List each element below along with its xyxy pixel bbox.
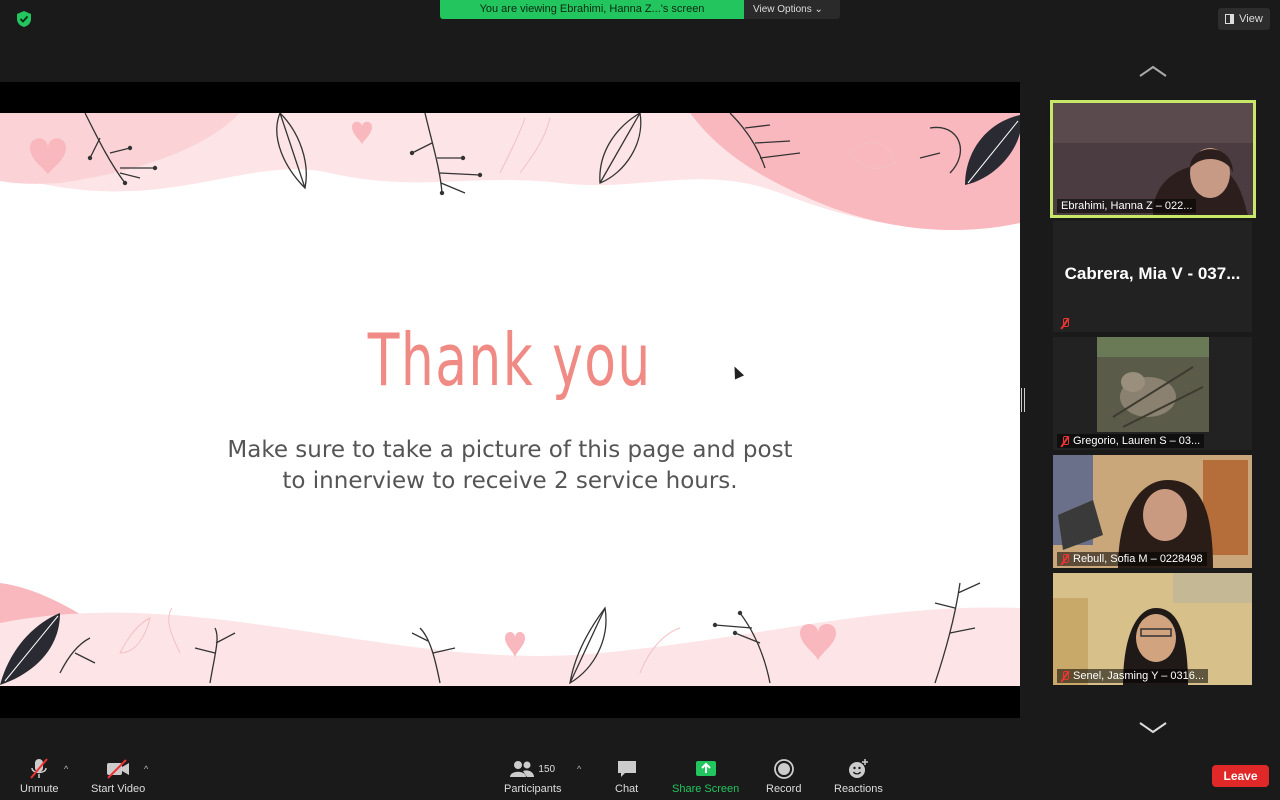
view-button-label: View: [1239, 13, 1263, 25]
participant-big-name: Cabrera, Mia V - 037...: [1064, 264, 1241, 283]
panel-resize-handle[interactable]: [1021, 388, 1025, 412]
participants-icon: [510, 761, 535, 777]
share-screen-button[interactable]: Share Screen: [672, 758, 739, 795]
participant-tile[interactable]: Ebrahimi, Hanna Z – 022...: [1050, 100, 1256, 218]
participant-name-text: Senel, Jasming Y – 0316...: [1073, 670, 1205, 682]
start-video-button[interactable]: Start Video: [91, 758, 145, 795]
gallery-up-arrow-icon[interactable]: [1138, 64, 1168, 78]
unmute-button[interactable]: Unmute: [20, 758, 59, 795]
gallery-down-arrow-icon[interactable]: [1138, 721, 1168, 735]
participants-count: 150: [538, 763, 556, 775]
participant-name-text: Rebull, Sofia M – 0228498: [1073, 553, 1203, 565]
chevron-down-icon: ⌄: [814, 4, 823, 15]
slide-body-line-2: to innerview to receive 2 service hours.: [282, 468, 738, 494]
slide-body: Make sure to take a picture of this page…: [0, 435, 1020, 497]
participant-name: [1057, 317, 1073, 330]
view-layout-icon: [1225, 14, 1235, 24]
slide-body-line-1: Make sure to take a picture of this page…: [227, 437, 793, 463]
participants-button[interactable]: 150 Participants: [504, 758, 561, 795]
presentation-slide: Thank you Make sure to take a picture of…: [0, 113, 1020, 686]
slide-title: Thank you: [367, 318, 652, 402]
reactions-label: Reactions: [834, 783, 883, 795]
record-button[interactable]: Record: [766, 758, 801, 795]
mic-muted-icon: [30, 758, 49, 779]
security-shield-icon[interactable]: [14, 9, 34, 29]
view-button[interactable]: View: [1218, 8, 1270, 30]
chat-button[interactable]: Chat: [615, 758, 638, 795]
view-options-label: View Options: [753, 4, 812, 15]
mic-muted-icon: [1061, 670, 1069, 682]
participant-name: Rebull, Sofia M – 0228498: [1057, 552, 1207, 566]
audio-options-caret-icon[interactable]: ^: [64, 764, 68, 774]
start-video-label: Start Video: [91, 783, 146, 795]
leave-button[interactable]: Leave: [1212, 765, 1269, 787]
mic-muted-icon: [1061, 435, 1069, 447]
shared-screen: Thank you Make sure to take a picture of…: [0, 82, 1020, 718]
video-options-caret-icon[interactable]: ^: [144, 764, 148, 774]
participants-label: Participants: [504, 783, 562, 795]
participant-tile[interactable]: Gregorio, Lauren S – 03...: [1053, 337, 1252, 450]
participant-tile[interactable]: Rebull, Sofia M – 0228498: [1053, 455, 1252, 568]
participant-name: Gregorio, Lauren S – 03...: [1057, 434, 1205, 448]
participant-name-text: Ebrahimi, Hanna Z – 022...: [1061, 200, 1193, 212]
participants-options-caret-icon[interactable]: ^: [577, 764, 581, 774]
participant-tile[interactable]: Senel, Jasming Y – 0316...: [1053, 573, 1252, 685]
view-options-button[interactable]: View Options ⌄: [744, 0, 840, 19]
participant-name-text: Gregorio, Lauren S – 03...: [1073, 435, 1201, 447]
participant-name: Senel, Jasming Y – 0316...: [1057, 669, 1209, 683]
chat-label: Chat: [615, 783, 639, 795]
meeting-toolbar: Unmute ^ Start Video ^ 150 Participants …: [0, 752, 1280, 800]
video-off-icon: [107, 759, 130, 779]
participant-name: Ebrahimi, Hanna Z – 022...: [1057, 199, 1197, 213]
zoom-meeting-window: You are viewing Ebrahimi, Hanna Z...'s s…: [0, 0, 1280, 800]
chat-icon: [617, 761, 636, 777]
share-screen-icon: [695, 761, 716, 776]
reactions-emoji-icon: [849, 759, 869, 778]
record-icon: [773, 759, 794, 779]
mic-muted-icon: [1061, 318, 1069, 329]
mic-muted-icon: [1061, 553, 1069, 565]
unmute-label: Unmute: [20, 783, 59, 795]
reactions-button[interactable]: Reactions: [834, 758, 883, 795]
screen-share-banner: You are viewing Ebrahimi, Hanna Z...'s s…: [440, 0, 840, 19]
viewing-screen-label: You are viewing Ebrahimi, Hanna Z...'s s…: [440, 0, 744, 19]
participant-tile[interactable]: Cabrera, Mia V - 037...: [1053, 221, 1252, 332]
share-screen-label: Share Screen: [672, 783, 740, 795]
record-label: Record: [766, 783, 802, 795]
